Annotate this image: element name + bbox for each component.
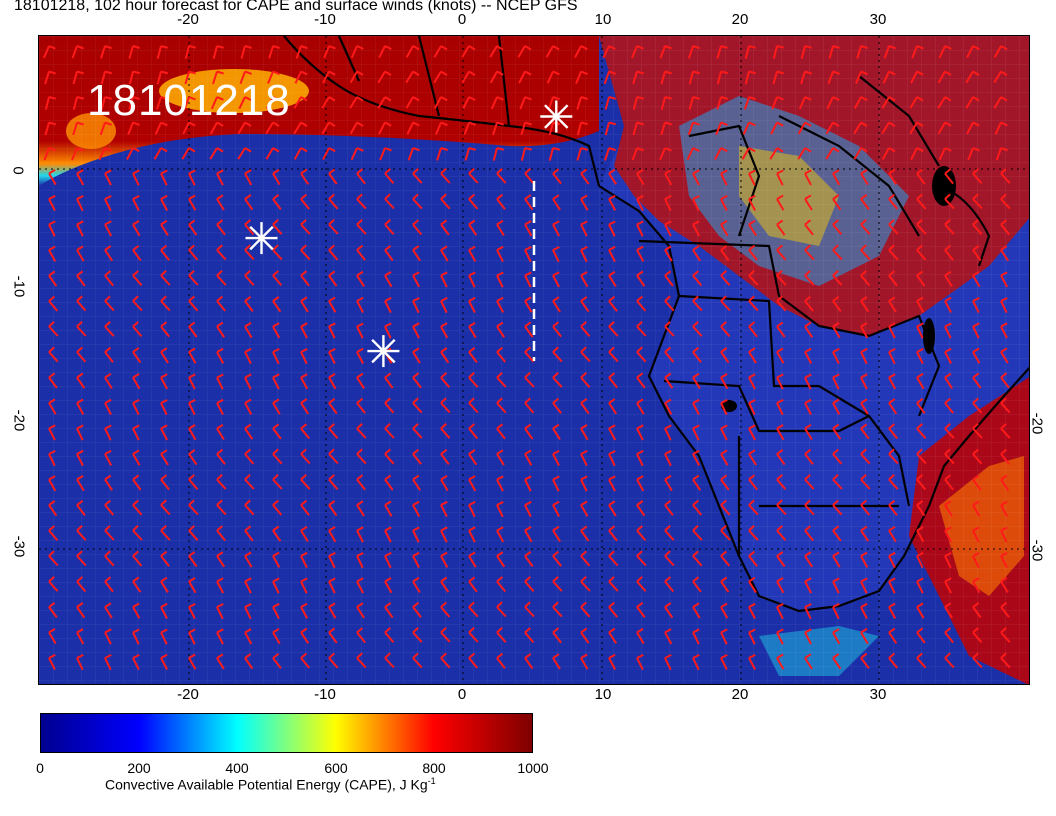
colorbar-tick: 200 [127, 760, 151, 776]
bottom-lon-tick: 20 [731, 686, 749, 703]
colorbar-tick: 600 [324, 760, 348, 776]
colorbar-tick: 400 [225, 760, 249, 776]
cape-map [39, 36, 1029, 684]
map-area: 18101218 [38, 35, 1030, 685]
star-marker [245, 222, 278, 255]
colorbar-tick: 0 [36, 760, 44, 776]
top-lon-tick: -10 [314, 11, 336, 28]
top-lon-tick: 10 [594, 11, 612, 28]
top-lon-tick: -20 [177, 11, 199, 28]
star-marker [540, 100, 573, 133]
top-lon-tick: 20 [731, 11, 749, 28]
left-lat-tick: 0 [9, 166, 27, 175]
left-lat-tick: -30 [10, 535, 28, 558]
bottom-lon-tick: 10 [594, 686, 612, 703]
star-marker [367, 335, 400, 368]
top-lon-tick: 30 [869, 11, 887, 28]
right-lat-tick: -30 [1028, 539, 1046, 562]
bottom-lon-tick: 30 [869, 686, 887, 703]
colorbar-tick: 1000 [517, 760, 549, 776]
colorbar-label: Convective Available Potential Energy (C… [105, 776, 436, 793]
right-lat-tick: -20 [1028, 412, 1046, 435]
lake [923, 318, 935, 354]
colorbar [40, 713, 533, 753]
date-stamp: 18101218 [87, 76, 291, 125]
lake [932, 166, 956, 206]
top-lon-tick: 0 [457, 11, 467, 28]
left-lat-tick: -10 [10, 275, 28, 298]
bottom-lon-tick: -10 [314, 686, 336, 703]
colorbar-tick: 800 [422, 760, 446, 776]
bottom-lon-tick: -20 [177, 686, 199, 703]
left-lat-tick: -20 [10, 409, 28, 432]
bottom-lon-tick: 0 [457, 686, 467, 703]
map-title: 18101218, 102 hour forecast for CAPE and… [14, 0, 578, 14]
